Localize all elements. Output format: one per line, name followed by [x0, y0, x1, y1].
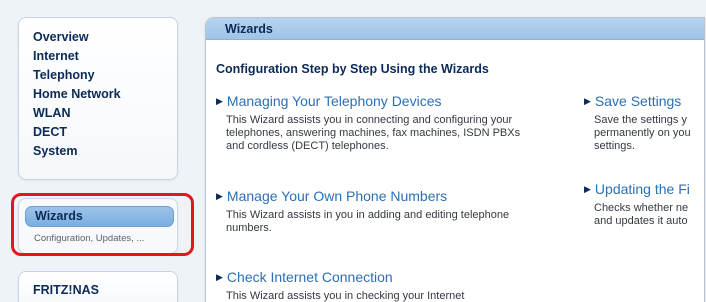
triangle-right-icon: ▶: [216, 96, 223, 106]
wizard-item-save-settings: ▶ Save Settings Save the settings y perma…: [584, 93, 691, 153]
sidebar-wizards-sublabel: Configuration, Updates, ...: [34, 233, 145, 244]
wizard-link-save-settings[interactable]: ▶ Save Settings: [584, 93, 691, 109]
wizard-item-internet-connection: ▶ Check Internet Connection This Wizard a…: [216, 269, 464, 302]
wizard-link-firmware-update[interactable]: ▶ Updating the Fi: [584, 181, 690, 197]
wizard-link-label: Save Settings: [594, 93, 682, 109]
wizard-description: This Wizard assists you in checking your…: [226, 290, 465, 302]
wizard-description: Checks whether ne and updates it auto: [594, 202, 689, 227]
sidebar-nas-box: FRITZ!NAS: [18, 271, 178, 302]
sidebar-item-overview[interactable]: Overview: [33, 28, 177, 47]
sidebar-item-wlan[interactable]: WLAN: [33, 104, 177, 123]
wizard-description: This Wizard assists in you in adding and…: [226, 209, 510, 234]
wizard-link-telephony-devices[interactable]: ▶ Managing Your Telephony Devices: [216, 93, 520, 109]
triangle-right-icon: ▶: [584, 96, 591, 106]
wizard-link-internet-connection[interactable]: ▶ Check Internet Connection: [216, 269, 464, 285]
wizard-link-label: Updating the Fi: [594, 181, 690, 197]
sidebar-item-telephony[interactable]: Telephony: [33, 66, 177, 85]
wizard-item-telephony-devices: ▶ Managing Your Telephony Devices This Wi…: [216, 93, 520, 153]
wizard-link-label: Check Internet Connection: [226, 269, 393, 285]
wizard-item-firmware-update: ▶ Updating the Fi Checks whether ne and u…: [584, 181, 690, 228]
page-title: Wizards: [206, 18, 704, 40]
sidebar-item-home-network[interactable]: Home Network: [33, 85, 177, 104]
sidebar-item-wizards[interactable]: Wizards: [25, 206, 174, 227]
sidebar-item-internet[interactable]: Internet: [33, 47, 177, 66]
wizard-link-phone-numbers[interactable]: ▶ Manage Your Own Phone Numbers: [216, 188, 509, 204]
section-title: Configuration Step by Step Using the Wiz…: [216, 62, 489, 76]
wizard-description: Save the settings y permanently on you s…: [594, 114, 691, 152]
wizard-link-label: Manage Your Own Phone Numbers: [226, 188, 448, 204]
sidebar-item-dect[interactable]: DECT: [33, 123, 177, 142]
sidebar-wizards-box: Wizards Configuration, Updates, ...: [18, 198, 178, 254]
triangle-right-icon: ▶: [216, 272, 223, 282]
triangle-right-icon: ▶: [216, 191, 223, 201]
sidebar-nav: Overview Internet Telephony Home Network…: [18, 17, 178, 180]
main-panel: Wizards Configuration Step by Step Using…: [205, 17, 705, 302]
sidebar-item-fritznas[interactable]: FRITZ!NAS: [33, 283, 99, 297]
wizard-description: This Wizard assists you in connecting an…: [226, 114, 521, 152]
wizard-item-phone-numbers: ▶ Manage Your Own Phone Numbers This Wiza…: [216, 188, 509, 235]
wizard-link-label: Managing Your Telephony Devices: [226, 93, 442, 109]
triangle-right-icon: ▶: [584, 184, 591, 194]
sidebar-item-system[interactable]: System: [33, 142, 177, 161]
